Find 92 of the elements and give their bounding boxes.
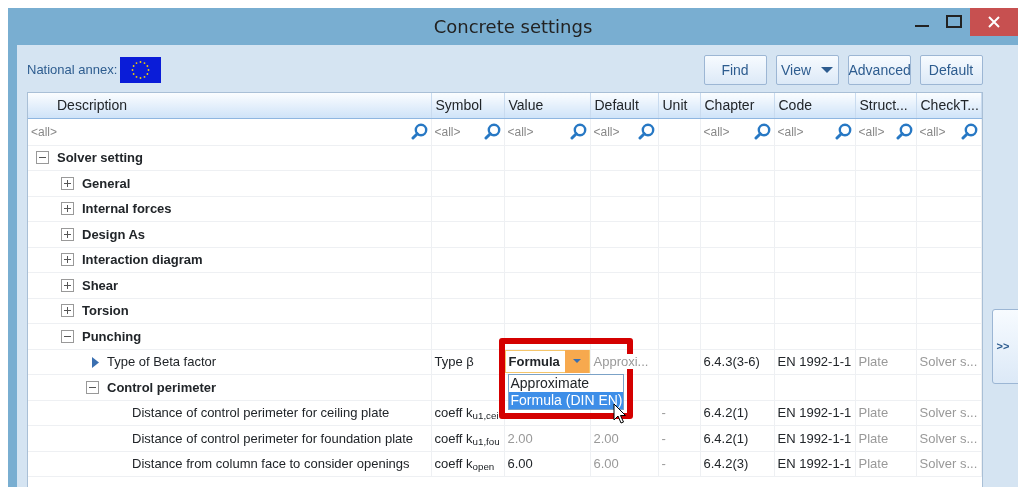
default-text: Approxi... xyxy=(593,354,649,369)
close-button[interactable] xyxy=(970,8,1018,36)
filter-field[interactable]: <all> xyxy=(507,122,570,141)
group-label: General xyxy=(82,175,131,191)
filter-field[interactable]: <all> xyxy=(919,122,961,141)
expand-panel-button[interactable]: >> xyxy=(991,308,1018,384)
expand-icon[interactable] xyxy=(61,278,74,292)
search-icon[interactable] xyxy=(637,123,655,140)
expand-icon[interactable] xyxy=(61,304,74,317)
chapter-text: 6.4.2(1) xyxy=(703,405,749,420)
setting-label: Type of Beta factor xyxy=(107,354,217,369)
filter-field[interactable]: <all> xyxy=(31,122,411,141)
code-text: EN 1992-1-1 xyxy=(777,430,852,446)
unit-text: - xyxy=(661,430,666,446)
column-header[interactable]: Default xyxy=(590,93,658,118)
setting-label: Distance of control perimeter for ceiling plate xyxy=(132,405,390,420)
toolbar-button[interactable]: Default xyxy=(919,55,983,85)
group-label: Design As xyxy=(82,226,146,242)
column-header[interactable]: CheckT... xyxy=(916,93,981,118)
collapse-icon[interactable] xyxy=(36,151,49,164)
search-icon[interactable] xyxy=(753,123,771,140)
check-type-text: Solver s... xyxy=(919,405,978,420)
collapse-icon[interactable] xyxy=(61,329,74,343)
column-header[interactable]: Struct... xyxy=(855,93,916,118)
search-icon[interactable] xyxy=(960,123,978,140)
search-icon[interactable] xyxy=(569,123,587,140)
code-text: EN 1992-1-1 xyxy=(777,405,852,420)
caret-icon xyxy=(572,359,581,365)
value-dropdown[interactable]: Formula xyxy=(504,350,590,374)
setting-label: Distance of control perimeter for foundation plate xyxy=(132,430,414,446)
group-label: Punching xyxy=(82,328,142,344)
group-label: Torsion xyxy=(82,303,129,318)
unit-text: - xyxy=(661,405,666,420)
search-icon[interactable] xyxy=(410,123,428,140)
group-label: Control perimeter xyxy=(107,379,217,395)
structure-text: Plate xyxy=(858,354,889,369)
national-annex-label: National annex: xyxy=(27,61,118,80)
group-label: Interaction diagram xyxy=(82,252,203,267)
column-header[interactable]: Code xyxy=(774,93,855,118)
symbol-text: coeff k$_{u1,fou}$ xyxy=(434,430,500,446)
column-header[interactable]: Chapter xyxy=(700,93,774,118)
symbol-text: coeff k$_{open}$ xyxy=(434,456,495,471)
window-title: Concrete settings xyxy=(433,15,593,39)
group-label: Shear xyxy=(82,277,119,293)
check-type-text: Solver s... xyxy=(919,354,978,369)
filter-field[interactable]: <all> xyxy=(703,122,754,141)
value-text: 6.00 xyxy=(507,456,533,471)
setting-label: Distance from column face to consider openings xyxy=(132,456,410,471)
dropdown-option[interactable]: Approximate xyxy=(508,374,623,392)
group-label: Solver setting xyxy=(57,150,143,165)
structure-text: Plate xyxy=(858,456,889,471)
filter-field[interactable]: <all> xyxy=(593,122,638,141)
expand-icon[interactable] xyxy=(61,227,74,241)
symbol-text: coeff k$_{u1,cei}$ xyxy=(434,405,499,420)
search-icon[interactable] xyxy=(483,123,501,140)
dropdown-button[interactable] xyxy=(564,350,589,374)
chapter-text: 6.4.3(3-6) xyxy=(703,354,760,369)
toolbar-button[interactable]: Find xyxy=(703,55,767,85)
structure-text: Plate xyxy=(858,405,889,420)
view-menu-button[interactable]: View xyxy=(775,55,839,85)
collapse-icon[interactable] xyxy=(86,380,99,394)
group-label: Internal forces xyxy=(82,201,172,216)
column-header[interactable]: Value xyxy=(504,93,590,118)
column-header[interactable]: Symbol xyxy=(431,93,504,118)
expand-icon[interactable] xyxy=(61,176,74,190)
filter-field[interactable]: <all> xyxy=(858,122,896,141)
symbol-text: Type β xyxy=(434,354,474,369)
close-icon xyxy=(987,15,1001,29)
column-header[interactable]: Unit xyxy=(658,93,700,118)
maximize-icon xyxy=(945,14,963,30)
default-text: 6.00 xyxy=(593,456,619,471)
value-text: 2.00 xyxy=(507,430,533,446)
unit-text: - xyxy=(661,456,666,471)
expand-icon[interactable] xyxy=(61,202,74,215)
search-icon[interactable] xyxy=(895,123,913,140)
check-type-text: Solver s... xyxy=(919,430,978,446)
expand-icon[interactable] xyxy=(61,253,74,266)
chapter-text: 6.4.2(3) xyxy=(703,456,749,471)
caret-icon xyxy=(821,66,833,74)
minimize-icon xyxy=(915,25,929,27)
toolbar-button[interactable]: Advanced xyxy=(847,55,911,85)
structure-text: Plate xyxy=(858,430,889,446)
flag-icon[interactable] xyxy=(120,57,162,83)
filter-field[interactable]: <all> xyxy=(777,122,835,141)
filter-field[interactable]: <all> xyxy=(434,122,484,141)
code-text: EN 1992-1-1 xyxy=(777,354,852,369)
code-text: EN 1992-1-1 xyxy=(777,456,852,471)
column-header[interactable]: Description xyxy=(28,93,431,118)
chapter-text: 6.4.2(1) xyxy=(703,430,749,446)
search-icon[interactable] xyxy=(834,123,852,140)
check-type-text: Solver s... xyxy=(919,456,978,471)
default-text: 2.00 xyxy=(593,430,619,446)
